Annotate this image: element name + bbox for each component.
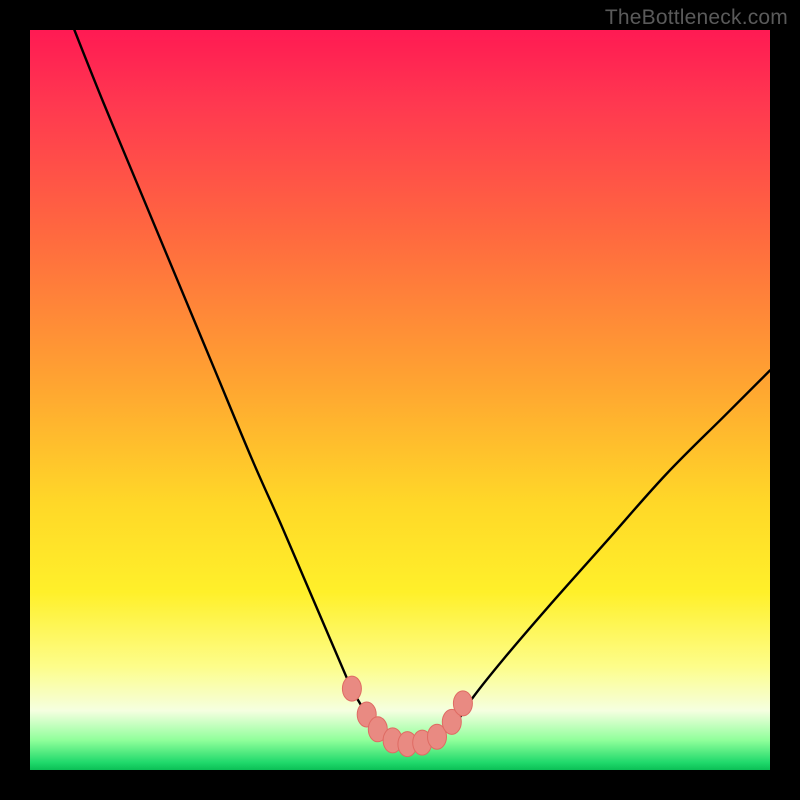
chart-frame: TheBottleneck.com: [0, 0, 800, 800]
plot-area: [30, 30, 770, 770]
valley-marker: [342, 676, 361, 701]
bottleneck-curve: [74, 30, 770, 744]
chart-svg: [30, 30, 770, 770]
valley-marker: [453, 691, 472, 716]
valley-markers: [342, 676, 472, 757]
watermark-text: TheBottleneck.com: [605, 6, 788, 30]
